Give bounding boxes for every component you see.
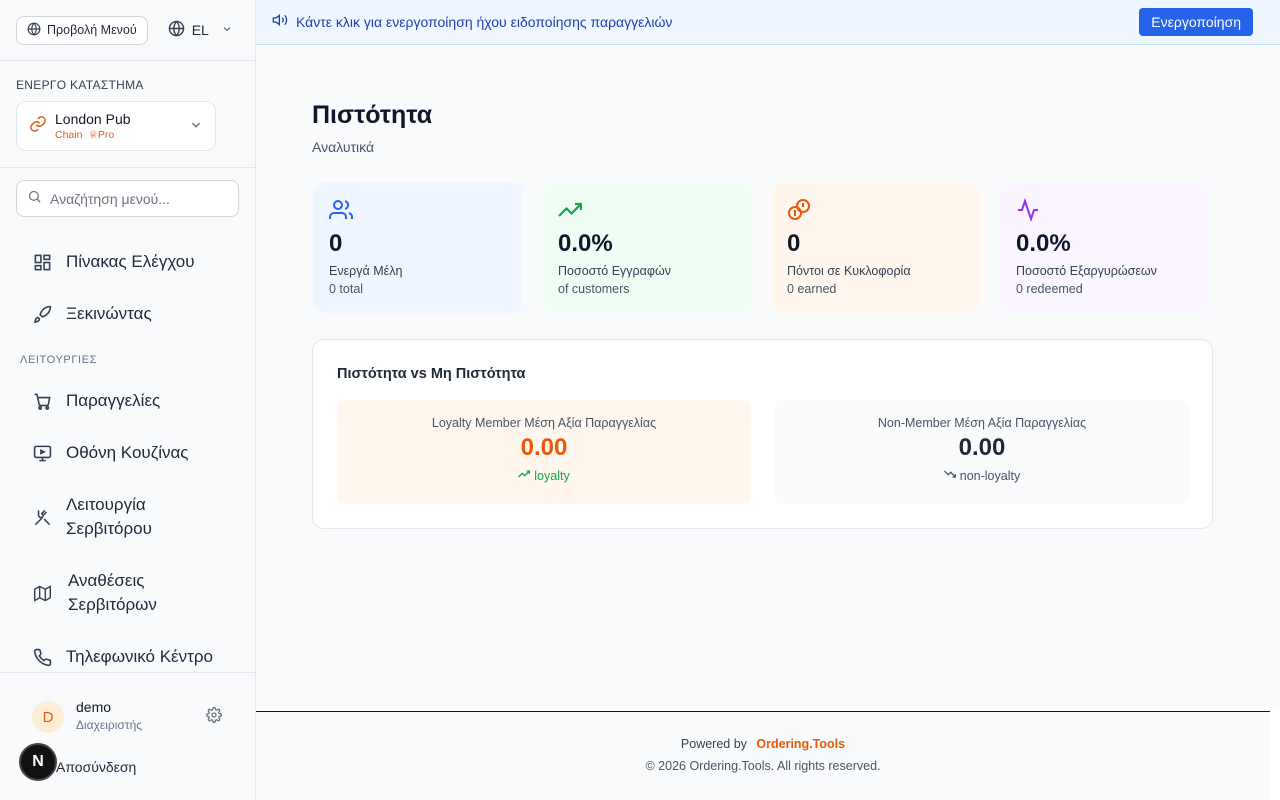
banner-text: Κάντε κλικ για ενεργοποίηση ήχου ειδοποί… — [296, 14, 673, 30]
sidebar-top-bar: Προβολή Μενού EL — [0, 0, 255, 61]
search-icon — [27, 189, 42, 209]
stats-cards: 0 Ενεργά Μέλη 0 total 0.0% Ποσοστό Εγγρα… — [313, 182, 1210, 313]
map-icon — [32, 584, 52, 602]
stat-value: 0.0% — [558, 230, 613, 257]
link-icon — [29, 115, 47, 138]
store-plan-badge: ♕Pro — [88, 129, 114, 141]
non-member-aov-box: Non-Member Μέση Αξία Παραγγελίας 0.00 no… — [775, 400, 1189, 504]
enable-sound-button[interactable]: Ενεργοποίηση — [1139, 8, 1253, 36]
non-member-aov-tag: non-loyalty — [775, 468, 1189, 483]
coins-icon — [787, 198, 965, 222]
stat-label: Ποσοστό Εγγραφών — [558, 264, 672, 278]
user-panel: D demo Διαχειριστής Αποσύνδεση N — [0, 672, 255, 800]
main-content: Πιστότητα Αναλυτικά 0 Ενεργά Μέλη 0 tota… — [256, 45, 1280, 711]
logout-button[interactable]: Αποσύνδεση — [56, 759, 136, 775]
brand-link[interactable]: Ordering.Tools — [756, 737, 845, 751]
stat-sub: of customers — [558, 282, 630, 296]
sidebar-item-orders[interactable]: Παραγγελίες — [0, 389, 192, 413]
footer: Powered by Ordering.Tools © 2026 Orderin… — [256, 711, 1270, 800]
utensils-icon — [32, 508, 52, 527]
sidebar-item-waiter-assignments[interactable]: Αναθέσεις Σερβιτόρων — [0, 569, 210, 617]
member-aov-tag-label: loyalty — [534, 468, 570, 483]
crown-icon: ♕ — [88, 129, 98, 141]
activity-icon — [1016, 197, 1194, 223]
sidebar-item-label: Λειτουργία Σερβιτόρου — [66, 495, 152, 538]
avatar: D — [32, 701, 64, 733]
dashboard-icon — [32, 253, 52, 272]
search-input[interactable] — [50, 190, 230, 207]
cart-icon — [32, 392, 52, 411]
active-store-heading: ΕΝΕΡΓΟ ΚΑΤΑΣΤΗΜΑ — [16, 78, 144, 92]
active-store-section: ΕΝΕΡΓΟ ΚΑΤΑΣΤΗΜΑ London Pub Chain ♕Pro — [0, 61, 255, 168]
sidebar-item-label: Οθόνη Κουζίνας — [66, 443, 189, 462]
menu-view-button[interactable]: Προβολή Μενού — [16, 15, 148, 45]
sidebar-item-call-center[interactable]: Τηλεφωνικό Κέντρο — [0, 645, 245, 669]
trending-up-icon — [558, 198, 736, 222]
non-member-aov-value: 0.00 — [958, 434, 1006, 461]
stat-card-active-members: 0 Ενεργά Μέλη 0 total — [313, 182, 523, 313]
chevron-down-icon — [189, 118, 203, 137]
stat-card-points-in-circulation: 0 Πόντοι σε Κυκλοφορία 0 earned — [771, 182, 981, 313]
user-name: demo — [76, 699, 112, 715]
member-aov-tag: loyalty — [337, 468, 751, 483]
store-type: Chain — [55, 129, 83, 141]
stat-value: 0 — [787, 230, 801, 257]
user-role: Διαχειριστής — [76, 718, 143, 732]
page-subtitle: Αναλυτικά — [312, 139, 375, 155]
member-aov-value: 0.00 — [520, 434, 568, 461]
sidebar-item-dashboard[interactable]: Πίνακας Ελέγχου — [0, 250, 227, 274]
users-icon — [329, 198, 507, 222]
powered-by-label: Powered by — [680, 737, 747, 751]
globe-icon — [27, 22, 41, 39]
language-code: EL — [191, 22, 209, 38]
powered-by: Powered by Ordering.Tools — [256, 737, 1270, 751]
sidebar-item-label: Ξεκινώντας — [66, 304, 152, 323]
stat-sub: 0 earned — [787, 282, 837, 296]
stat-card-redemption-rate: 0.0% Ποσοστό Εξαργυρώσεων 0 redeemed — [1000, 182, 1210, 313]
stat-sub: 0 total — [329, 282, 364, 296]
sound-notification-banner: Κάντε κλικ για ενεργοποίηση ήχου ειδοποί… — [256, 0, 1280, 45]
stat-value: 0 — [329, 230, 343, 257]
sidebar-item-label: Αναθέσεις Σερβιτόρων — [68, 571, 157, 614]
stat-value: 0.0% — [1016, 230, 1071, 257]
phone-icon — [32, 648, 52, 667]
sidebar-item-kitchen-display[interactable]: Οθόνη Κουζίνας — [0, 441, 221, 465]
sidebar-item-label: Πίνακας Ελέγχου — [66, 252, 195, 271]
gear-icon[interactable] — [206, 707, 222, 728]
store-meta: Chain ♕Pro — [55, 129, 131, 141]
sidebar: Προβολή Μενού EL ΕΝΕΡΓΟ ΚΑΤΑΣΤΗΜΑ London… — [0, 0, 256, 800]
loyalty-comparison-card: Πιστότητα vs Μη Πιστότητα Loyalty Member… — [312, 339, 1213, 529]
stat-card-enrollment-rate: 0.0% Ποσοστό Εγγραφών of customers — [542, 182, 752, 313]
chevron-down-icon — [221, 22, 233, 38]
sidebar-item-getting-started[interactable]: Ξεκινώντας — [0, 302, 184, 326]
stat-label: Πόντοι σε Κυκλοφορία — [787, 264, 911, 278]
stat-label: Ενεργά Μέλη — [329, 264, 403, 278]
member-aov-label: Loyalty Member Μέση Αξία Παραγγελίας — [431, 416, 657, 430]
store-plan: Pro — [97, 129, 115, 141]
non-member-aov-label: Non-Member Μέση Αξία Παραγγελίας — [877, 416, 1087, 430]
store-name: London Pub — [55, 111, 131, 127]
stat-sub: 0 redeemed — [1016, 282, 1083, 296]
copyright: © 2026 Ordering.Tools. All rights reserv… — [645, 759, 881, 773]
member-aov-box: Loyalty Member Μέση Αξία Παραγγελίας 0.0… — [337, 400, 751, 504]
non-member-aov-tag-label: non-loyalty — [959, 468, 1021, 483]
speaker-icon — [272, 12, 288, 33]
sidebar-item-label: Τηλεφωνικό Κέντρο — [66, 647, 213, 666]
trending-down-icon — [943, 468, 956, 483]
rocket-icon — [32, 305, 52, 324]
menu-view-label: Προβολή Μενού — [47, 23, 137, 37]
store-selector[interactable]: London Pub Chain ♕Pro — [16, 101, 216, 151]
sidebar-item-label: Παραγγελίες — [66, 391, 161, 410]
monitor-icon — [32, 444, 52, 463]
trending-up-icon — [518, 468, 531, 483]
comparison-title: Πιστότητα vs Μη Πιστότητα — [337, 366, 526, 382]
section-label-operations: ΛΕΙΤΟΥΡΓΙΕΣ — [20, 354, 97, 366]
stat-label: Ποσοστό Εξαργυρώσεων — [1016, 264, 1157, 278]
menu-search — [16, 180, 239, 217]
language-selector[interactable]: EL — [168, 20, 233, 40]
dev-tools-badge[interactable]: N — [19, 743, 57, 781]
sidebar-item-waiter-mode[interactable]: Λειτουργία Σερβιτόρου — [0, 493, 208, 541]
globe-icon — [168, 20, 185, 40]
page-title: Πιστότητα — [312, 101, 433, 129]
